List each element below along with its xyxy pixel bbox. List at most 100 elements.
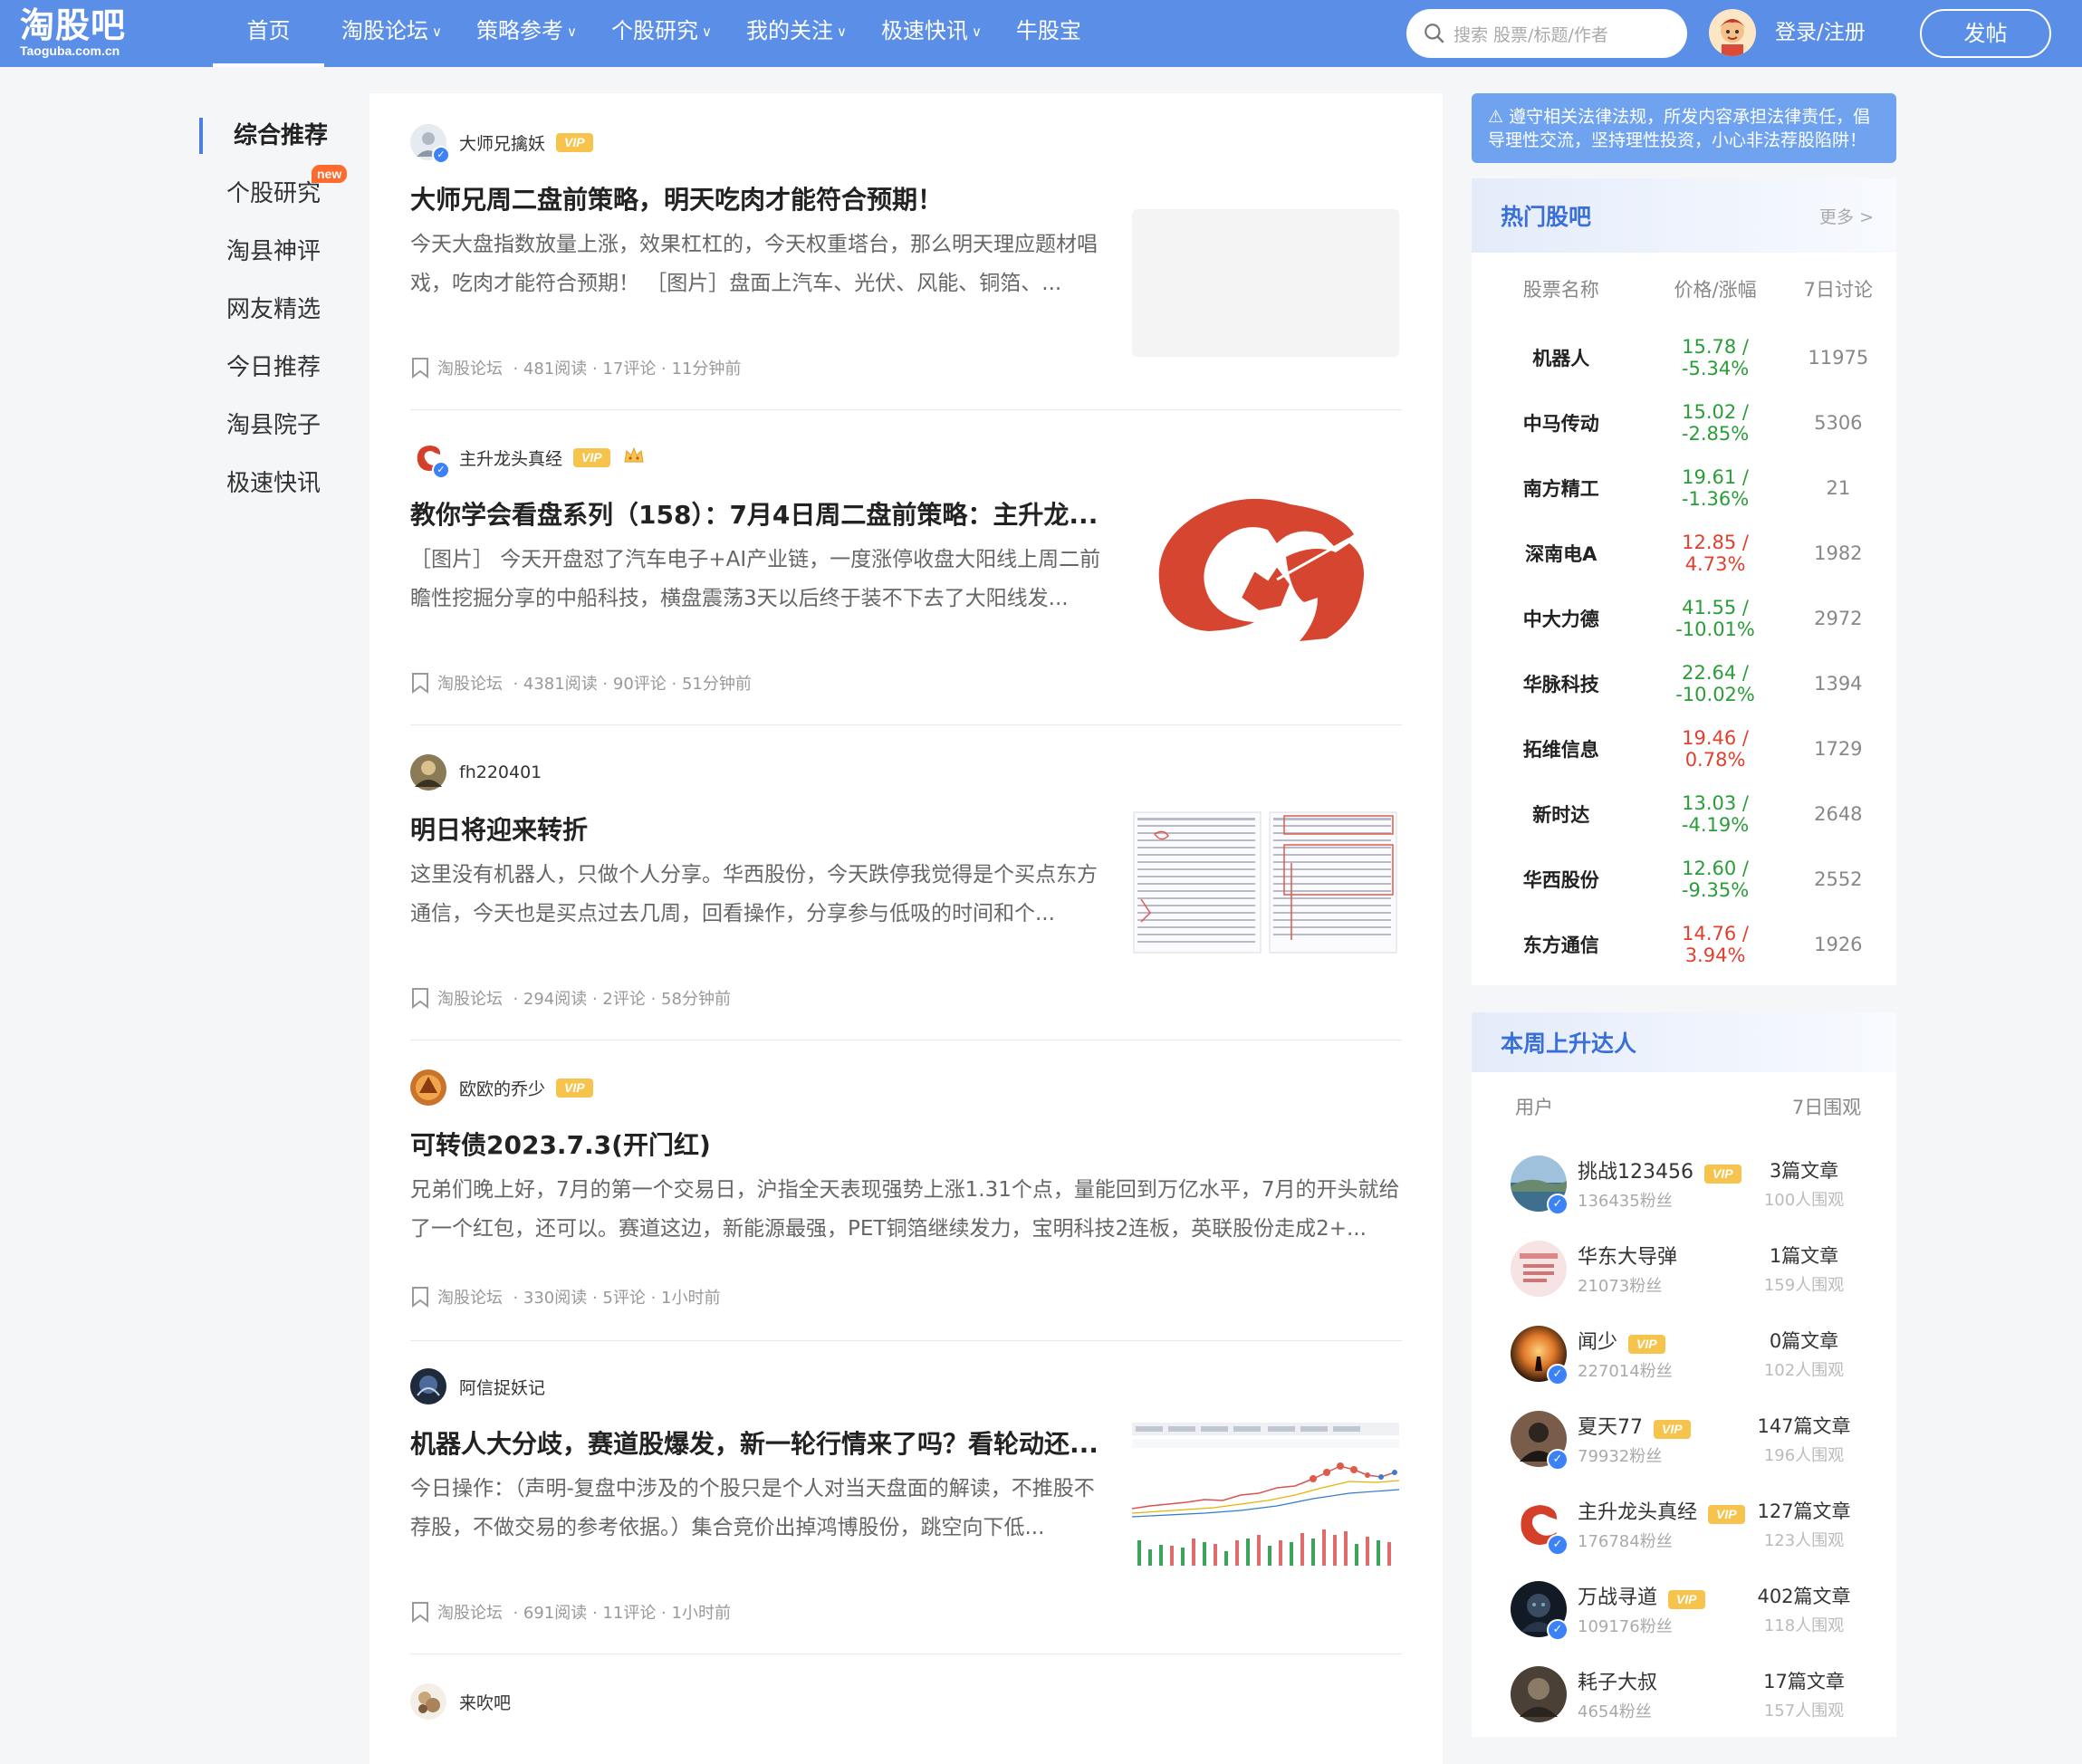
post-author[interactable]: 欧欧的乔少 VIP: [410, 1069, 593, 1106]
leftnav-item-flash[interactable]: 极速快讯: [199, 465, 380, 523]
nav-forum[interactable]: 淘股论坛 ∨: [324, 0, 459, 67]
post-card[interactable]: ✓ 主升龙头真经 VIP 教你学会看盘系列（158）：7月4日周二盘前策略：主升…: [410, 439, 1402, 725]
bookmark-icon[interactable]: [410, 1601, 430, 1623]
nav-my-follow[interactable]: 我的关注 ∨: [729, 0, 864, 67]
article-count: 0篇文章: [1769, 1330, 1839, 1352]
stock-name: 新时达: [1532, 804, 1590, 826]
hot-stock-row[interactable]: 深南电A 12.85 / 4.73% 1982: [1472, 521, 1896, 586]
post-author[interactable]: 来吹吧: [410, 1683, 511, 1720]
stock-price: 15.02 / -2.85%: [1681, 401, 1750, 445]
nav-strategy[interactable]: 策略参考 ∨: [459, 0, 594, 67]
post-source[interactable]: 淘股论坛: [437, 356, 503, 379]
hot-stock-row[interactable]: 机器人 15.78 / -5.34% 11975: [1472, 325, 1896, 390]
hot-stock-row[interactable]: 拓维信息 19.46 / 0.78% 1729: [1472, 716, 1896, 781]
search-icon: [1425, 24, 1444, 43]
bookmark-icon[interactable]: [410, 357, 430, 379]
new-post-button[interactable]: 发帖: [1920, 9, 2051, 58]
nav-label: 淘股论坛: [341, 18, 428, 43]
post-title[interactable]: 大师兄周二盘前策略，明天吃肉才能符合预期！: [410, 180, 1117, 216]
discussion-count: 21: [1826, 477, 1851, 499]
leftnav-item-today[interactable]: 今日推荐: [199, 350, 380, 407]
leftnav-item-stock-research[interactable]: 个股研究 new: [199, 165, 380, 234]
leftnav-label: 淘县神评: [226, 238, 321, 265]
riser-row[interactable]: ✓ 夏天77 VIP 79932粉丝 147篇文章 196人围观: [1472, 1396, 1896, 1481]
bookmark-icon[interactable]: [410, 987, 430, 1009]
discussion-count: 1926: [1814, 934, 1863, 955]
riser-row[interactable]: 华东大导弹 21073粉丝 1篇文章 159人围观: [1472, 1226, 1896, 1311]
post-title[interactable]: 机器人大分歧，赛道股爆发，新一轮行情来了吗？看轮动还...: [410, 1424, 1117, 1461]
bookmark-icon[interactable]: [410, 672, 430, 694]
post-source[interactable]: 淘股论坛: [437, 671, 503, 695]
post-card[interactable]: 欧欧的乔少 VIP 可转债2023.7.3(开门红) 兄弟们晚上好，7月的第一个…: [410, 1069, 1402, 1341]
post-thumbnail[interactable]: [1132, 209, 1399, 357]
nav-home[interactable]: 首页: [213, 0, 324, 67]
post-title[interactable]: 明日将迎来转折: [410, 810, 1117, 847]
post-title[interactable]: 教你学会看盘系列（158）：7月4日周二盘前策略：主升龙...: [410, 495, 1117, 532]
user-fans: 4654粉丝: [1578, 1702, 1652, 1721]
hot-stock-row[interactable]: 中大力德 41.55 / -10.01% 2972: [1472, 586, 1896, 651]
riser-row[interactable]: 耗子大叔 4654粉丝 17篇文章 157人围观: [1472, 1652, 1896, 1737]
hot-stocks-title: 热门股吧: [1501, 204, 1592, 230]
leftnav-item-hot-comments[interactable]: 淘县神评: [199, 234, 380, 292]
user-avatar[interactable]: [1709, 9, 1756, 56]
post-excerpt: 今日操作：（声明-复盘中涉及的个股只是个人对当天盘面的解读，不推股不荐股，不做交…: [410, 1477, 1095, 1539]
chevron-down-icon: ∨: [836, 24, 847, 40]
post-thumbnail[interactable]: [1132, 1423, 1399, 1570]
user-name: 万战寻道: [1578, 1587, 1658, 1609]
leftnav-item-yard[interactable]: 淘县院子: [199, 407, 380, 465]
nav-flash-news[interactable]: 极速快讯 ∨: [864, 0, 999, 67]
more-link[interactable]: 更多 >: [1819, 204, 1874, 228]
view-count: 196人围观: [1763, 1446, 1845, 1465]
hot-stock-row[interactable]: 华西股份 12.60 / -9.35% 2552: [1472, 847, 1896, 912]
hot-stock-row[interactable]: 东方通信 14.76 / 3.94% 1926: [1472, 912, 1896, 977]
vip-badge: VIP: [1703, 1165, 1741, 1184]
post-card[interactable]: 来吹吧: [410, 1683, 1402, 1756]
post-card[interactable]: fh220401 明日将迎来转折 这里没有机器人，只做个人分享。华西股份，今天跌…: [410, 754, 1402, 1040]
nav-niugubao[interactable]: 牛股宝: [999, 0, 1099, 67]
chevron-down-icon: ∨: [971, 24, 982, 40]
hot-stocks-header: 热门股吧 更多 >: [1472, 178, 1896, 253]
post-source[interactable]: 淘股论坛: [437, 1600, 503, 1624]
post-source[interactable]: 淘股论坛: [437, 986, 503, 1010]
riser-row[interactable]: ✓ 主升龙头真经 VIP 176784粉丝 127篇文章 123人围观: [1472, 1481, 1896, 1567]
weekly-risers-header: 本周上升达人: [1472, 1012, 1896, 1072]
post-source[interactable]: 淘股论坛: [437, 1285, 503, 1309]
user-fans: 21073粉丝: [1578, 1277, 1663, 1296]
author-name: 大师兄擒妖: [459, 133, 546, 154]
leftnav-item-picks[interactable]: 网友精选: [199, 292, 380, 350]
post-stats: · 481阅读 · 17评论 · 11分钟前: [513, 360, 742, 379]
hot-stock-row[interactable]: 华脉科技 22.64 / -10.02% 1394: [1472, 651, 1896, 716]
left-category-nav: 综合推荐 个股研究 new 淘县神评 网友精选 今日推荐 淘县院子 极速快讯: [199, 118, 380, 523]
nav-stock-research[interactable]: 个股研究 ∨: [594, 0, 729, 67]
leftnav-item-recommend[interactable]: 综合推荐: [199, 118, 380, 154]
login-register-link[interactable]: 登录/注册: [1775, 0, 1866, 67]
riser-row[interactable]: ✓ 挑战123456 VIP 136435粉丝 3篇文章 100人围观: [1472, 1141, 1896, 1226]
post-stats: · 294阅读 · 2评论 · 58分钟前: [513, 990, 731, 1009]
search-input[interactable]: 搜索 股票/标题/作者: [1406, 9, 1687, 58]
post-thumbnail[interactable]: [1132, 809, 1399, 956]
riser-row[interactable]: ✓ 闻少 VIP 227014粉丝 0篇文章 102人围观: [1472, 1311, 1896, 1396]
post-author[interactable]: 阿信捉妖记: [410, 1368, 545, 1404]
post-meta: 淘股论坛 · 4381阅读 · 90评论 · 51分钟前: [410, 671, 752, 695]
stock-price: 19.61 / -1.36%: [1681, 466, 1750, 510]
hot-stock-row[interactable]: 中马传动 15.02 / -2.85% 5306: [1472, 390, 1896, 455]
post-author[interactable]: ✓ 大师兄擒妖 VIP: [410, 124, 593, 164]
bookmark-icon[interactable]: [410, 1286, 430, 1308]
riser-row[interactable]: ✓ 万战寻道 VIP 109176粉丝 402篇文章 118人围观: [1472, 1567, 1896, 1652]
post-author[interactable]: fh220401: [410, 754, 542, 791]
leftnav-label: 今日推荐: [226, 354, 321, 381]
vip-badge: VIP: [1628, 1335, 1665, 1354]
post-title[interactable]: 可转债2023.7.3(开门红): [410, 1126, 1402, 1162]
user-name: 耗子大叔: [1578, 1672, 1658, 1694]
site-logo[interactable]: 淘股吧 Taoguba.com.cn: [20, 5, 126, 58]
hot-stock-row[interactable]: 南方精工 19.61 / -1.36% 21: [1472, 455, 1896, 521]
post-card[interactable]: 阿信捉妖记 机器人大分歧，赛道股爆发，新一轮行情来了吗？看轮动还... 今日操作…: [410, 1368, 1402, 1654]
article-count: 1篇文章: [1769, 1245, 1839, 1267]
hot-stock-row[interactable]: 新时达 13.03 / -4.19% 2648: [1472, 781, 1896, 847]
post-excerpt: 这里没有机器人，只做个人分享。华西股份，今天跌停我觉得是个买点东方通信，今天也是…: [410, 863, 1098, 925]
post-thumbnail[interactable]: [1132, 494, 1399, 641]
post-card[interactable]: ✓ 大师兄擒妖 VIP 大师兄周二盘前策略，明天吃肉才能符合预期！ 今天大盘指数…: [410, 124, 1402, 410]
stock-price: 12.60 / -9.35%: [1681, 858, 1750, 901]
nav-label: 极速快讯: [880, 18, 968, 43]
post-author[interactable]: ✓ 主升龙头真经 VIP: [410, 439, 645, 479]
